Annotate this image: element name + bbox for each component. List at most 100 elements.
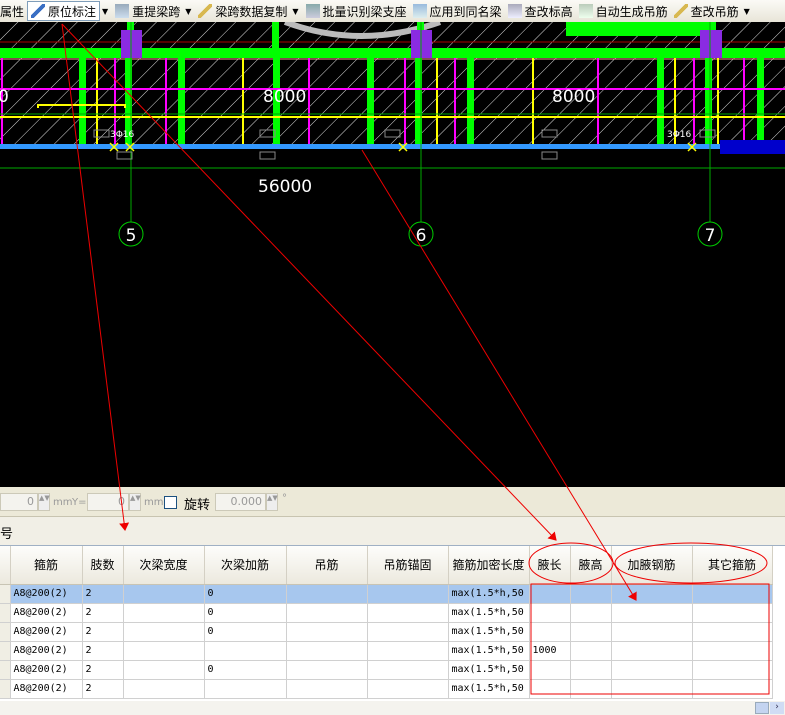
column-header[interactable]: 吊筋锚固 (367, 546, 449, 585)
row-header[interactable] (0, 622, 11, 642)
table-cell[interactable] (367, 641, 449, 661)
re-extract-span-button[interactable]: 重提梁跨 (112, 1, 183, 21)
table-cell[interactable] (570, 584, 612, 604)
table-cell[interactable]: max(1.5*h,50 (448, 603, 530, 623)
table-cell[interactable] (367, 603, 449, 623)
angle-spinner[interactable]: ▲▼ (266, 493, 278, 511)
table-cell[interactable] (692, 584, 773, 604)
table-cell[interactable] (286, 679, 368, 699)
cad-canvas[interactable]: 3Φ16 3Φ16 0 8000 8000 56000 5 6 7 (0, 22, 785, 487)
table-cell[interactable]: 2 (82, 660, 124, 680)
table-cell[interactable] (570, 679, 612, 699)
table-cell[interactable] (611, 584, 693, 604)
table-cell[interactable] (286, 584, 368, 604)
in-place-annotation-button[interactable]: 原位标注 (27, 1, 101, 21)
table-cell[interactable] (204, 641, 287, 661)
table-cell[interactable]: max(1.5*h,50 (448, 679, 530, 699)
table-cell[interactable]: 2 (82, 622, 124, 642)
axis-bubble-7[interactable]: 7 (697, 221, 723, 247)
auto-hanger-button[interactable]: 自动生成吊筋 (576, 1, 671, 21)
edit-elevation-button[interactable]: 查改标高 (505, 1, 576, 21)
table-cell[interactable]: A8@200(2) (10, 660, 83, 680)
table-cell[interactable] (367, 584, 449, 604)
table-cell[interactable] (570, 660, 612, 680)
copy-span-data-button[interactable]: 梁跨数据复制 (195, 1, 290, 21)
angle-input[interactable]: 0.000 (215, 493, 266, 511)
table-cell[interactable]: 2 (82, 679, 124, 699)
scroll-right-arrow-icon[interactable]: › (770, 702, 784, 714)
row-header[interactable] (0, 660, 11, 680)
chevron-down-icon[interactable]: ▼ (292, 7, 298, 16)
table-cell[interactable] (611, 603, 693, 623)
axis-bubble-5[interactable]: 5 (118, 221, 144, 247)
table-cell[interactable] (123, 622, 205, 642)
table-cell[interactable]: A8@200(2) (10, 603, 83, 623)
horizontal-scrollbar[interactable]: › (0, 701, 785, 715)
scrollbar-thumb[interactable] (755, 702, 769, 714)
column-header[interactable]: 箍筋 (10, 546, 83, 585)
table-cell[interactable] (529, 622, 571, 642)
table-cell[interactable] (367, 679, 449, 699)
table-cell[interactable]: max(1.5*h,50 (448, 660, 530, 680)
table-cell[interactable] (692, 660, 773, 680)
table-cell[interactable] (529, 603, 571, 623)
table-cell[interactable] (123, 603, 205, 623)
table-cell[interactable] (611, 660, 693, 680)
table-cell[interactable]: 0 (204, 660, 287, 680)
column-header[interactable]: 腋高 (570, 546, 612, 585)
table-cell[interactable] (367, 622, 449, 642)
chevron-down-icon[interactable]: ▼ (185, 7, 191, 16)
table-cell[interactable] (570, 641, 612, 661)
table-cell[interactable] (123, 660, 205, 680)
table-row[interactable]: A8@200(2) 2 0 max(1.5*h,50 (0, 660, 773, 680)
table-cell[interactable]: max(1.5*h,50 (448, 641, 530, 661)
y-offset-input[interactable]: 0 (87, 493, 129, 511)
chevron-down-icon[interactable]: ▼ (102, 7, 108, 16)
table-cell[interactable]: max(1.5*h,50 (448, 622, 530, 642)
row-header[interactable] (0, 584, 11, 604)
x-spinner[interactable]: ▲▼ (38, 493, 50, 511)
table-row[interactable]: A8@200(2) 2 max(1.5*h,50 (0, 679, 773, 699)
column-header[interactable]: 其它箍筋 (692, 546, 773, 585)
column-header[interactable]: 次梁加筋 (204, 546, 287, 585)
table-cell[interactable] (692, 641, 773, 661)
table-cell[interactable]: 2 (82, 641, 124, 661)
y-spinner[interactable]: ▲▼ (129, 493, 141, 511)
table-row[interactable]: A8@200(2) 2 0 max(1.5*h,50 (0, 622, 773, 642)
table-cell[interactable] (123, 641, 205, 661)
edit-hanger-button[interactable]: 查改吊筋 (671, 1, 742, 21)
table-cell[interactable]: 0 (204, 584, 287, 604)
table-cell[interactable] (529, 660, 571, 680)
table-cell[interactable]: 2 (82, 603, 124, 623)
rotate-checkbox[interactable] (164, 496, 177, 509)
table-cell[interactable] (570, 622, 612, 642)
table-cell[interactable]: A8@200(2) (10, 641, 83, 661)
table-cell[interactable]: A8@200(2) (10, 622, 83, 642)
chevron-down-icon[interactable]: ▼ (744, 7, 750, 16)
table-cell[interactable] (286, 622, 368, 642)
table-cell[interactable] (611, 641, 693, 661)
table-cell[interactable] (611, 679, 693, 699)
column-header[interactable]: 肢数 (82, 546, 124, 585)
toolbar-properties[interactable]: 属性 (0, 1, 27, 21)
table-row[interactable]: A8@200(2) 2 max(1.5*h,50 1000 (0, 641, 773, 661)
row-header[interactable] (0, 679, 11, 699)
column-header[interactable]: 箍筋加密长度 (448, 546, 530, 585)
table-cell[interactable]: 0 (204, 603, 287, 623)
table-cell[interactable] (123, 679, 205, 699)
table-row[interactable]: A8@200(2) 2 0 max(1.5*h,50 (0, 603, 773, 623)
column-header[interactable]: 加腋钢筋 (611, 546, 693, 585)
table-cell[interactable] (286, 603, 368, 623)
table-cell[interactable] (286, 660, 368, 680)
table-cell[interactable] (529, 584, 571, 604)
table-row[interactable]: A8@200(2) 2 0 max(1.5*h,50 (0, 584, 773, 604)
table-cell[interactable] (204, 679, 287, 699)
table-cell[interactable]: 1000 (529, 641, 571, 661)
table-cell[interactable] (611, 622, 693, 642)
table-cell[interactable] (367, 660, 449, 680)
x-offset-input[interactable]: 0 (0, 493, 38, 511)
table-cell[interactable] (529, 679, 571, 699)
table-cell[interactable] (570, 603, 612, 623)
table-cell[interactable] (692, 679, 773, 699)
table-cell[interactable] (286, 641, 368, 661)
